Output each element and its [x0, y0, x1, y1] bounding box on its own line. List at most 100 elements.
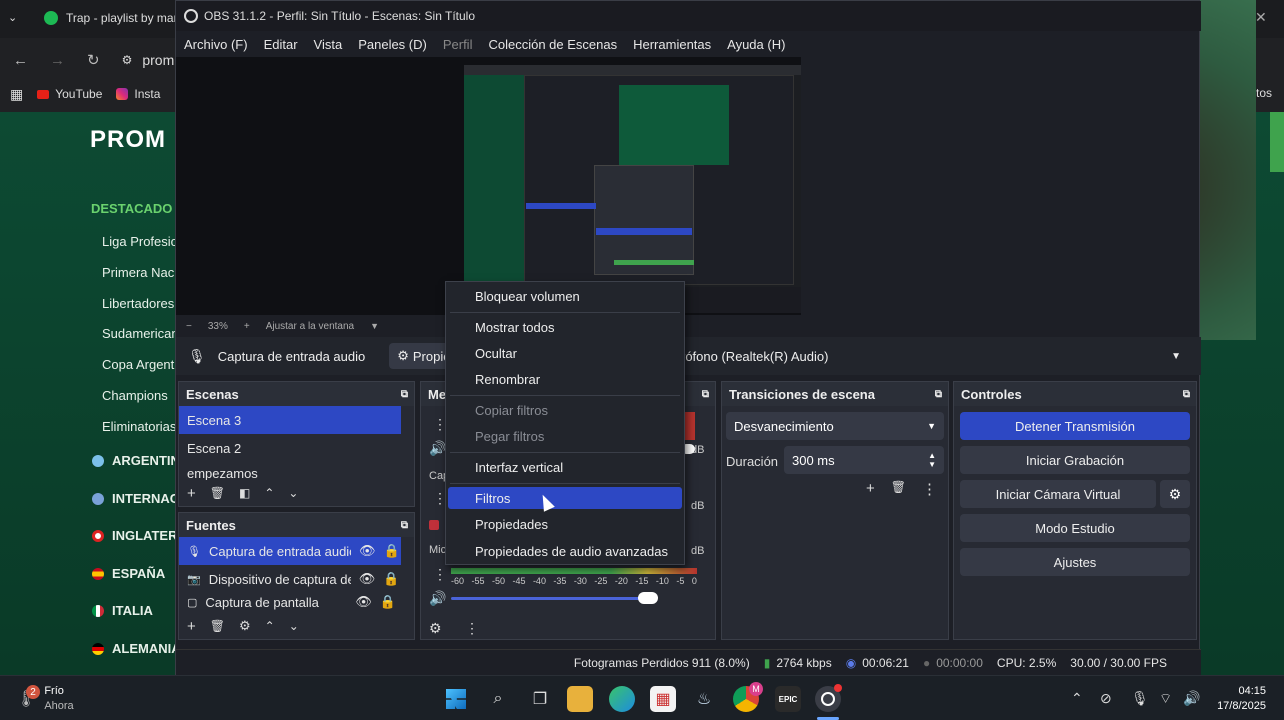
menu-item-show-all[interactable]: Mostrar todos [448, 316, 682, 338]
forward-arrow-icon[interactable]: → [50, 52, 65, 69]
bookmark-youtube[interactable]: YouTube [37, 87, 102, 101]
task-view-icon[interactable]: ❐ [527, 686, 553, 712]
undock-icon[interactable]: ⧉ [401, 520, 408, 531]
eye-icon[interactable]: 👁 [359, 571, 376, 587]
scene-item[interactable]: Escena 3 [179, 406, 401, 434]
search-icon[interactable]: ⌕ [485, 686, 511, 712]
menu-item-paste-filters[interactable]: Pegar filtros [448, 425, 682, 447]
menu-item-vertical-interface[interactable]: Interfaz vertical [448, 456, 682, 478]
speaker-icon[interactable]: 🔊 [429, 440, 446, 457]
menu-item-copy-filters[interactable]: Copiar filtros [448, 399, 682, 421]
eye-icon[interactable]: 👁 [355, 594, 372, 610]
volume-icon[interactable]: 🔊 [1183, 690, 1200, 707]
start-virtual-camera-button[interactable]: Iniciar Cámara Virtual [960, 480, 1156, 508]
menu-item-hide[interactable]: Ocultar [448, 342, 682, 364]
site-country-item[interactable]: INGLATER [92, 528, 177, 543]
zoom-in-button[interactable]: + [244, 321, 250, 332]
spin-arrows-icon[interactable]: ▲ ▼ [928, 451, 936, 469]
scene-item[interactable]: empezamos [179, 462, 401, 480]
weather-widget[interactable]: 🌡 2 Frío Ahora [16, 684, 74, 714]
menu-item-rename[interactable]: Renombrar [448, 368, 682, 390]
scene-item[interactable]: Escena 2 [179, 434, 401, 462]
site-nav-item[interactable]: Primera Nac [102, 265, 174, 280]
menu-item-lock-volume[interactable]: Bloquear volumen [448, 285, 682, 307]
epic-games-icon[interactable]: EPIC [775, 686, 801, 712]
menu-item-advanced-audio-properties[interactable]: Propiedades de audio avanzadas [448, 540, 682, 562]
undock-icon[interactable]: ⧉ [401, 389, 408, 400]
eye-icon[interactable]: 👁 [359, 543, 376, 559]
device-select[interactable]: rófono (Realtek(R) Audio) ▼ [681, 343, 1191, 369]
source-item[interactable]: 🎙 Captura de entrada audio 👁 🔒 [179, 537, 401, 565]
site-country-item[interactable]: ALEMANIA [92, 641, 181, 656]
lock-icon[interactable]: 🔒 [383, 571, 399, 587]
chevron-up-icon[interactable]: ⌃ [264, 486, 274, 500]
kebab-menu-icon[interactable]: ⋮ [922, 480, 937, 498]
add-icon[interactable]: + [866, 480, 875, 498]
kebab-menu-icon[interactable]: ⋮ [465, 620, 479, 637]
microphone-icon[interactable]: 🎙 [1131, 690, 1149, 707]
lock-icon[interactable]: 🔒 [383, 543, 399, 559]
studio-mode-button[interactable]: Modo Estudio [960, 514, 1190, 542]
tab-dropdown[interactable]: ⌄ [8, 11, 17, 24]
speaker-icon[interactable]: 🔊 [429, 590, 446, 607]
menu-perfil[interactable]: Perfil [443, 37, 473, 52]
add-icon[interactable]: + [187, 485, 196, 502]
clock[interactable]: 04:15 17/8/2025 [1208, 684, 1266, 714]
menu-editar[interactable]: Editar [264, 37, 298, 52]
chevron-up-icon[interactable]: ⌃ [265, 619, 275, 633]
transition-select[interactable]: Desvanecimiento ▼ [726, 412, 944, 440]
kebab-menu-icon[interactable]: ⋮ [433, 566, 447, 583]
site-nav-item[interactable]: Eliminatorias [102, 419, 176, 434]
menu-coleccion-escenas[interactable]: Colección de Escenas [488, 37, 617, 52]
site-nav-item[interactable]: Libertadores [102, 296, 174, 311]
volume-slider-track[interactable] [451, 597, 648, 600]
trash-icon[interactable]: 🗑 [210, 486, 225, 500]
obs-preview-canvas[interactable] [176, 57, 801, 315]
menu-item-properties[interactable]: Propiedades [448, 513, 682, 535]
site-country-item[interactable]: ESPAÑA [92, 566, 165, 581]
virtual-camera-settings-button[interactable]: ⚙ [1160, 480, 1190, 508]
file-explorer-icon[interactable] [567, 686, 593, 712]
back-arrow-icon[interactable]: ← [13, 52, 28, 69]
settings-button[interactable]: Ajustes [960, 548, 1190, 576]
store-icon[interactable]: ▦ [650, 686, 676, 712]
bookmark-instagram[interactable]: Insta [116, 87, 160, 101]
source-item[interactable]: ▢ Captura de pantalla 👁 🔒 [179, 593, 401, 611]
lock-icon[interactable]: 🔒 [380, 594, 396, 610]
windows-start-icon[interactable] [443, 686, 469, 712]
wifi-icon[interactable]: ⌔ [1159, 690, 1172, 708]
network-off-icon[interactable]: ⊘ [1100, 690, 1112, 707]
start-recording-button[interactable]: Iniciar Grabación [960, 446, 1190, 474]
steam-icon[interactable]: ♨ [691, 686, 717, 712]
browser-tab[interactable]: Trap - playlist by marc [44, 11, 184, 25]
reload-icon[interactable]: ↻ [87, 51, 100, 69]
zoom-out-button[interactable]: − [186, 321, 192, 332]
menu-herramientas[interactable]: Herramientas [633, 37, 711, 52]
undock-icon[interactable]: ⧉ [935, 389, 942, 400]
volume-slider-handle[interactable] [637, 592, 658, 604]
menu-archivo[interactable]: Archivo (F) [184, 37, 248, 52]
obs-taskbar-icon[interactable] [815, 684, 842, 712]
add-icon[interactable]: + [187, 618, 196, 635]
browser-close-button[interactable]: ✕ [1255, 9, 1267, 26]
site-country-item[interactable]: INTERNAC [92, 491, 179, 506]
undock-icon[interactable]: ⧉ [702, 389, 709, 400]
menu-paneles[interactable]: Paneles (D) [358, 37, 427, 52]
undock-icon[interactable]: ⧉ [1183, 389, 1190, 400]
menu-vista[interactable]: Vista [314, 37, 343, 52]
site-nav-item[interactable]: Copa Argent [102, 357, 174, 372]
advanced-audio-icon[interactable]: ⚙ [429, 620, 442, 637]
apps-grid-icon[interactable]: ▦ [10, 86, 23, 103]
filter-icon[interactable]: ◧ [239, 486, 250, 500]
site-country-item[interactable]: ARGENTIN [92, 453, 180, 468]
trash-icon[interactable]: 🗑 [210, 619, 225, 633]
chevron-down-icon[interactable]: ⌄ [289, 619, 299, 633]
chevron-down-icon[interactable]: ▼ [370, 321, 379, 331]
site-country-item[interactable]: ITALIA [92, 603, 153, 618]
bookmark-overflow[interactable]: tos [1256, 86, 1272, 100]
site-nav-item[interactable]: Sudamerican [102, 326, 179, 341]
stop-streaming-button[interactable]: Detener Transmisión [960, 412, 1190, 440]
duration-spinbox[interactable]: 300 ms ▲ ▼ [784, 446, 944, 474]
gear-icon[interactable]: ⚙ [239, 618, 251, 634]
trash-icon[interactable]: 🗑 [891, 480, 906, 498]
